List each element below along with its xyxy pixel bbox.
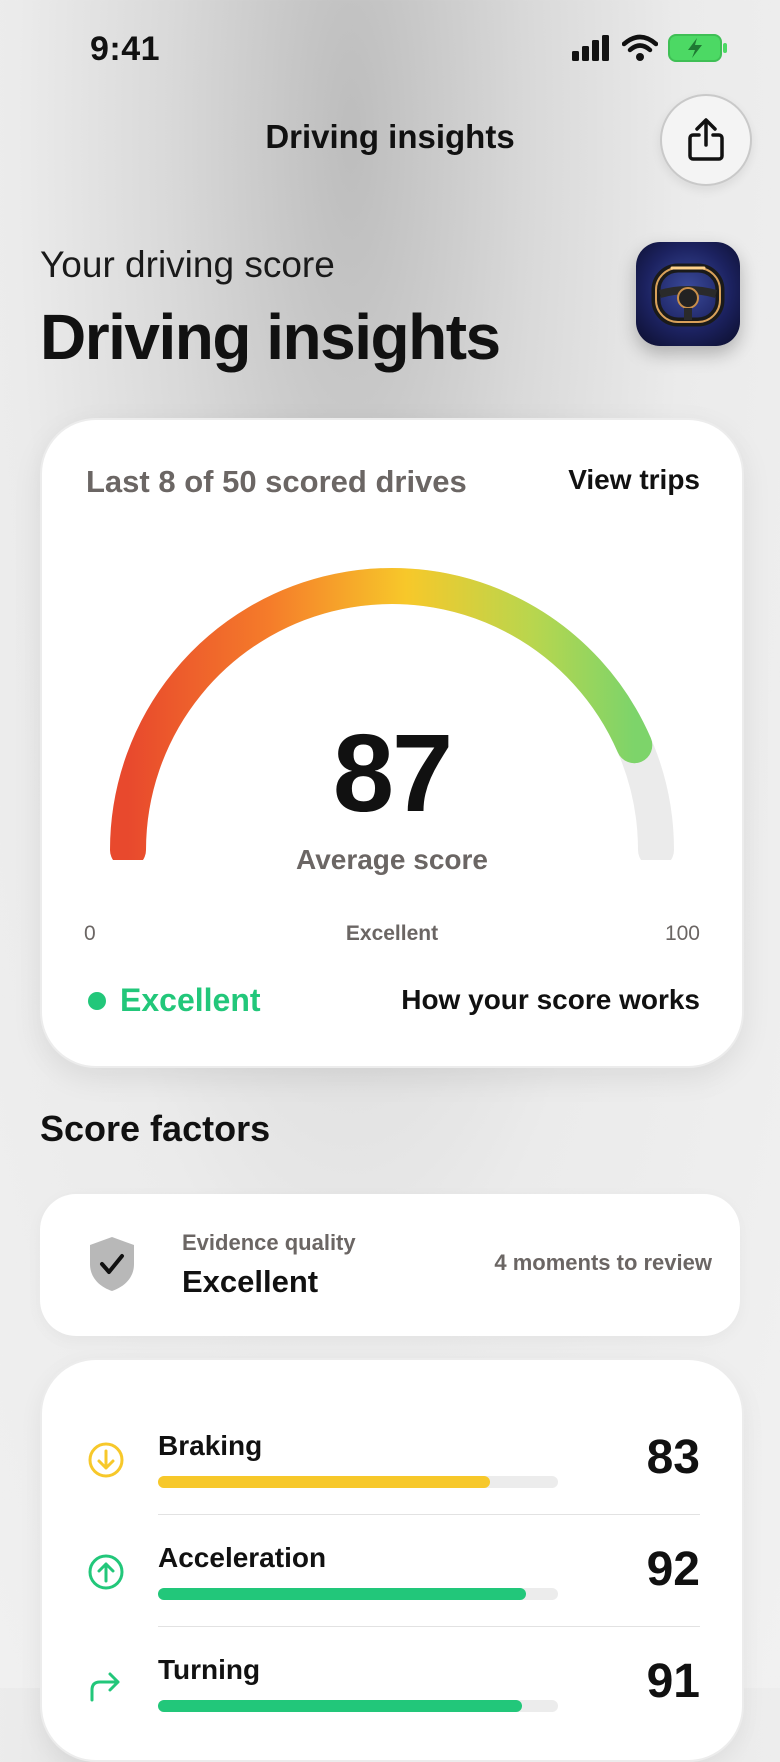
factors-card: Braking 83 Acceleration 92 Turning 91: [40, 1358, 744, 1762]
factor-row-acceleration[interactable]: Acceleration 92: [42, 1472, 742, 1600]
factor-bar-track: [158, 1700, 558, 1712]
moments-to-review[interactable]: 4 moments to review: [494, 1250, 712, 1276]
page-title: Driving insights: [40, 301, 501, 373]
section-title: Score factors: [40, 1108, 271, 1149]
factor-name: Braking: [158, 1430, 263, 1461]
drives-caption: Last 8 of 50 scored drives: [86, 464, 467, 499]
average-score-label: Average score: [296, 844, 488, 875]
score-card: Last 8 of 50 scored drives View trips 87…: [40, 418, 744, 1068]
share-button[interactable]: [660, 94, 752, 186]
status-dot: [88, 992, 106, 1010]
status-label: Excellent: [120, 982, 261, 1018]
how-score-works-link[interactable]: How your score works: [401, 984, 700, 1016]
factor-row-turning[interactable]: Turning 91: [42, 1584, 742, 1712]
view-trips-link[interactable]: View trips: [568, 464, 700, 496]
gauge-max-label: 100: [664, 922, 700, 945]
wifi-icon: [622, 34, 658, 61]
share-icon: [688, 118, 724, 161]
factor-name: Acceleration: [158, 1542, 327, 1573]
battery-charging-icon: [668, 34, 727, 62]
gauge-band-label: Excellent: [345, 922, 439, 945]
factor-row-braking[interactable]: Braking 83: [42, 1360, 742, 1488]
steering-wheel-icon: [651, 263, 725, 327]
factor-name: Turning: [158, 1654, 261, 1685]
app-icon: [636, 242, 740, 346]
status-icons: [572, 34, 728, 62]
shield-check-icon: [90, 1237, 134, 1291]
average-score-value: 87: [332, 712, 453, 835]
evidence-quality-label: Evidence quality: [182, 1230, 356, 1255]
status-time: 9:41: [90, 30, 161, 68]
page-subtitle: Your driving score: [40, 244, 335, 285]
factor-score: 91: [646, 1655, 700, 1708]
evidence-quality-value: Excellent: [182, 1264, 319, 1299]
factor-bar-fill: [158, 1700, 522, 1712]
evidence-quality-card[interactable]: Evidence quality Excellent 4 moments to …: [40, 1194, 740, 1336]
turn-right-arrow-icon: [90, 1672, 120, 1702]
cellular-signal-icon: [572, 35, 609, 61]
